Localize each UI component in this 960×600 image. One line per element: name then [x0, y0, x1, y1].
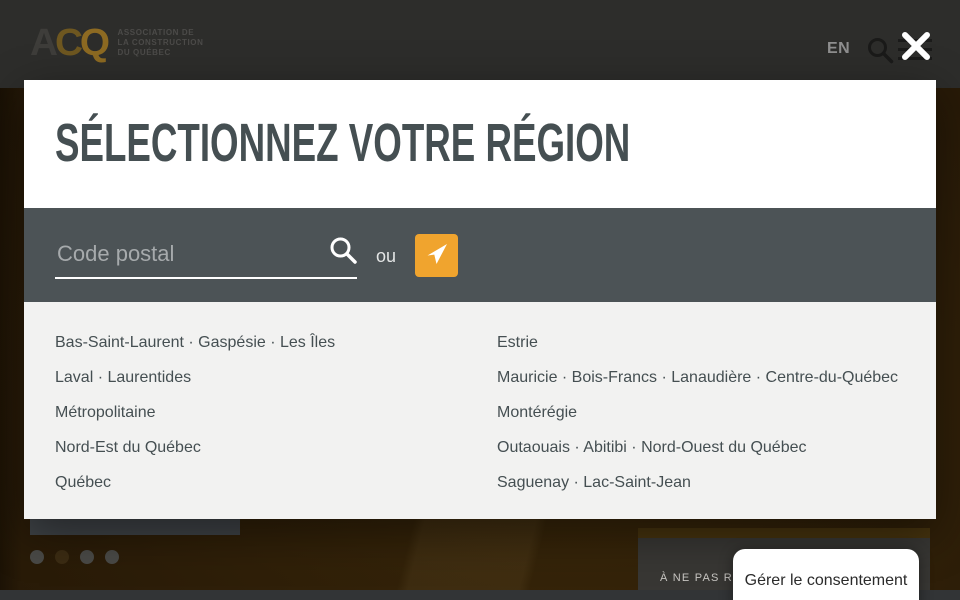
postal-search-icon[interactable] — [329, 236, 357, 264]
region-link-quebec[interactable]: Québec — [55, 465, 335, 500]
region-link-estrie[interactable]: Estrie — [497, 325, 898, 360]
page: ACQ ASSOCIATION DE LA CONSTRUCTION DU QU… — [0, 0, 960, 600]
region-modal: SÉLECTIONNEZ VOTRE RÉGION ou — [24, 80, 936, 519]
hero-button-dimmed — [30, 519, 240, 535]
carousel-dot-4[interactable] — [105, 550, 119, 564]
manage-consent-button[interactable]: Gérer le consentement — [733, 549, 919, 600]
region-link-nord-est-du-quebec[interactable]: Nord-Est du Québec — [55, 430, 335, 465]
region-link-mauricie-bois-francs-lanaudiere-centre-du-quebec[interactable]: Mauricie · Bois-Francs · Lanaudière · Ce… — [497, 360, 898, 395]
carousel-dots — [30, 550, 119, 564]
hero-left-shadow — [0, 88, 22, 600]
acq-logo[interactable]: ACQ ASSOCIATION DE LA CONSTRUCTION DU QU… — [30, 22, 204, 64]
promo-top-strip — [638, 528, 930, 538]
region-list: Bas-Saint-Laurent · Gaspésie · Les Îles … — [24, 302, 936, 519]
region-link-outaouais-abitibi-nord-ouest-du-quebec[interactable]: Outaouais · Abitibi · Nord-Ouest du Québ… — [497, 430, 898, 465]
language-toggle[interactable]: EN — [827, 40, 850, 58]
region-link-saguenay-lac-saint-jean[interactable]: Saguenay · Lac-Saint-Jean — [497, 465, 898, 500]
or-label: ou — [376, 246, 396, 267]
modal-title: SÉLECTIONNEZ VOTRE RÉGION — [55, 116, 630, 170]
postal-code-input[interactable] — [55, 232, 325, 276]
geolocate-button[interactable] — [415, 234, 458, 277]
acq-logo-text: ASSOCIATION DE LA CONSTRUCTION DU QUÉBEC — [117, 28, 203, 58]
carousel-dot-2[interactable] — [55, 550, 69, 564]
region-link-metropolitaine[interactable]: Métropolitaine — [55, 395, 335, 430]
region-column-left: Bas-Saint-Laurent · Gaspésie · Les Îles … — [55, 325, 335, 500]
carousel-dot-3[interactable] — [80, 550, 94, 564]
region-column-right: Estrie Mauricie · Bois-Francs · Lanaudiè… — [497, 325, 898, 500]
region-link-laval-laurentides[interactable]: Laval · Laurentides — [55, 360, 335, 395]
close-icon[interactable] — [899, 28, 933, 62]
navigation-arrow-icon — [425, 242, 449, 269]
region-link-bas-saint-laurent-gaspesie-les-iles[interactable]: Bas-Saint-Laurent · Gaspésie · Les Îles — [55, 325, 335, 360]
region-link-monteregie[interactable]: Montérégie — [497, 395, 898, 430]
site-header: ACQ ASSOCIATION DE LA CONSTRUCTION DU QU… — [0, 0, 960, 88]
postal-search-band: ou — [24, 208, 936, 302]
input-underline — [55, 277, 357, 279]
search-icon[interactable] — [866, 36, 894, 64]
acq-logo-mark: ACQ — [30, 22, 107, 64]
carousel-dot-1[interactable] — [30, 550, 44, 564]
